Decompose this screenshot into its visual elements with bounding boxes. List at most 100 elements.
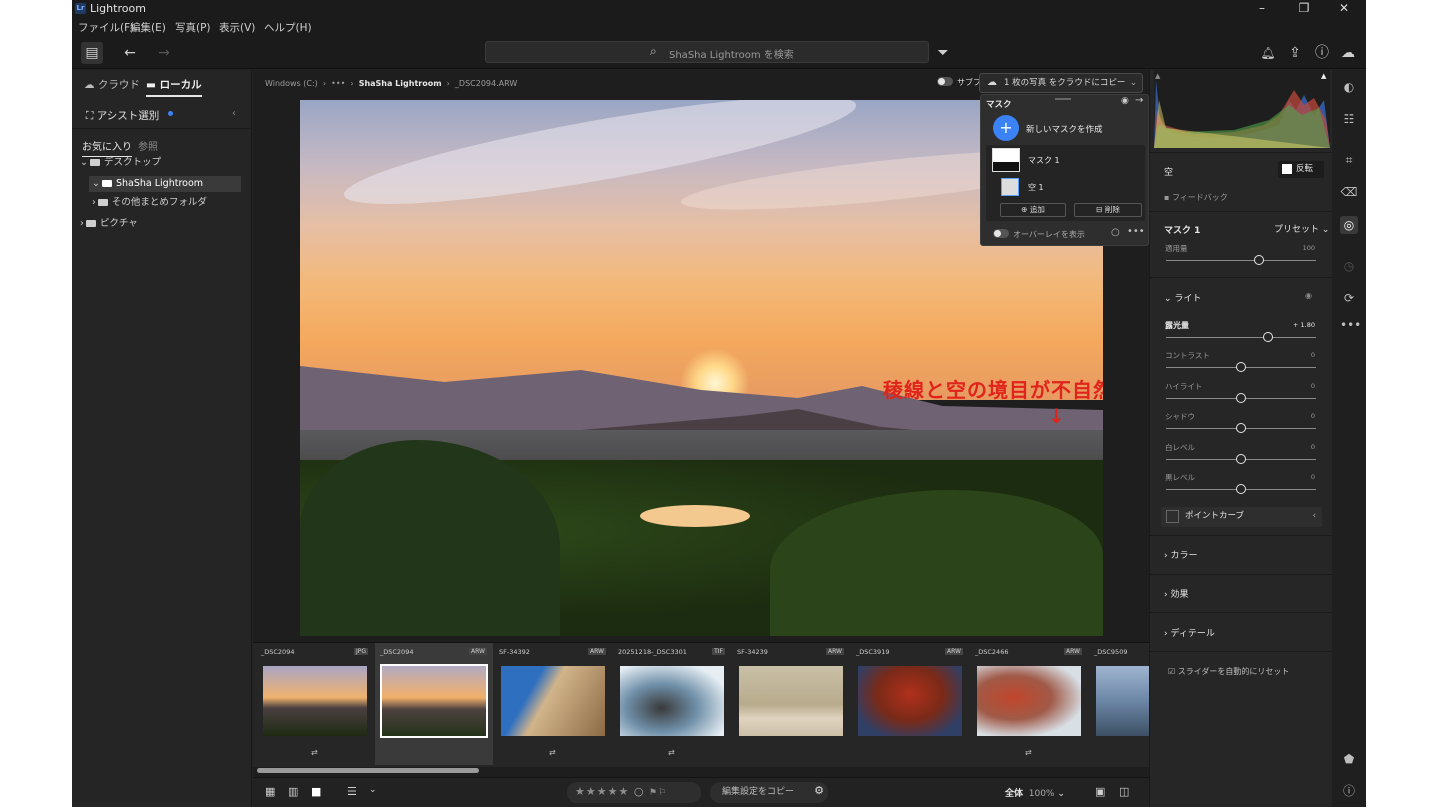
tab-cloud[interactable]: ☁ クラウド bbox=[84, 77, 140, 92]
edit-sliders-icon[interactable]: ☷ bbox=[1340, 110, 1358, 128]
tree-item-shasha-lightroom[interactable]: ⌄ ShaSha Lightroom bbox=[89, 176, 241, 192]
fit-label[interactable]: 全体 bbox=[1005, 789, 1023, 799]
chevron-down-icon[interactable]: ⌄ bbox=[1130, 74, 1137, 92]
slider-knob[interactable] bbox=[1236, 392, 1246, 403]
filmstrip-item[interactable]: SF-34392 ARW ⇄ bbox=[494, 643, 612, 765]
breadcrumb-dots[interactable]: ••• bbox=[331, 79, 345, 88]
star-rating-icon[interactable]: ★★★★★ bbox=[575, 785, 629, 798]
tag-icon[interactable]: ⬟ bbox=[1340, 750, 1358, 768]
menu-view[interactable]: 表示(V) bbox=[219, 20, 255, 35]
filter-icon[interactable]: ⏷ bbox=[932, 42, 954, 64]
filmstrip-item[interactable]: SF-34239 ARW bbox=[732, 643, 850, 765]
light-section-header[interactable]: ⌄ ライト bbox=[1164, 291, 1201, 304]
compare-icon[interactable]: ◫ bbox=[1119, 785, 1129, 798]
breadcrumb-folder[interactable]: ShaSha Lightroom bbox=[359, 79, 442, 88]
menu-edit[interactable]: 編集(E) bbox=[130, 20, 166, 35]
filmstrip-item[interactable]: 20251218-_DSC3301 TIF ⇄ bbox=[613, 643, 731, 765]
forward-arrow-icon[interactable]: → bbox=[153, 42, 175, 64]
visibility-eye-icon[interactable]: ◉ bbox=[1121, 96, 1129, 106]
tree-item-desktop[interactable]: ⌄ デスクトップ bbox=[80, 155, 240, 171]
slider-knob[interactable] bbox=[1236, 484, 1246, 494]
feedback-link[interactable]: ▪ フィードバック bbox=[1164, 192, 1228, 203]
point-curve-section[interactable]: ポイントカーブ ‹ bbox=[1161, 507, 1322, 527]
panel-toggle-icon[interactable]: ▤ bbox=[81, 42, 103, 64]
add-button[interactable]: ⊕ 追加 bbox=[1000, 203, 1066, 217]
drag-handle[interactable] bbox=[1055, 98, 1071, 100]
info-icon[interactable]: ⓘ bbox=[1340, 782, 1358, 800]
presets-icon[interactable]: ◐ bbox=[1340, 78, 1358, 96]
shadow-clipping-icon[interactable]: ▲ bbox=[1155, 72, 1160, 80]
overlay-color-icon[interactable]: ○ bbox=[1111, 227, 1120, 238]
visibility-eye-icon[interactable]: ◉ bbox=[1305, 291, 1312, 300]
tree-item-other-folders[interactable]: › その他まとめフォルダ bbox=[92, 195, 242, 211]
eraser-icon[interactable]: ⌫ bbox=[1340, 183, 1358, 201]
gear-icon[interactable]: ⚙ bbox=[814, 781, 824, 801]
detail-section-header[interactable]: › ディテール bbox=[1164, 626, 1215, 639]
sort-icon[interactable]: ☰ bbox=[347, 785, 357, 798]
filmstrip-item[interactable]: _DSC3919 ARW bbox=[851, 643, 969, 765]
amount-slider-knob[interactable] bbox=[1254, 255, 1264, 265]
chevron-left-icon[interactable]: ‹ bbox=[1313, 507, 1316, 526]
new-mask-label[interactable]: 新しいマスクを作成 bbox=[1026, 123, 1103, 135]
crop-icon[interactable]: ⌗ bbox=[1340, 151, 1358, 169]
component-name[interactable]: 空 1 bbox=[1028, 182, 1044, 193]
toggle-switch[interactable] bbox=[993, 229, 1009, 238]
slider-knob[interactable] bbox=[1236, 453, 1246, 464]
detail-view-icon[interactable]: ■ bbox=[311, 785, 321, 798]
notification-bell-icon[interactable]: 🔔︎ bbox=[1257, 42, 1279, 64]
sort-chevron-icon[interactable]: ⌄ bbox=[369, 785, 377, 795]
filmstrip-item-selected[interactable]: _DSC2094 ARW bbox=[375, 643, 493, 765]
preset-dropdown[interactable]: プリセット ⌄ bbox=[1274, 222, 1329, 235]
tab-local[interactable]: ▬ ローカル bbox=[146, 77, 202, 97]
before-after-icon[interactable]: ▣ bbox=[1095, 785, 1105, 798]
assist-select[interactable]: ⛶ アシスト選別 bbox=[86, 108, 159, 123]
sky-mask-thumbnail[interactable] bbox=[1001, 178, 1019, 196]
breadcrumb-drive[interactable]: Windows (C:) bbox=[265, 79, 318, 88]
slider-knob[interactable] bbox=[1236, 362, 1246, 373]
mask-name[interactable]: マスク 1 bbox=[1028, 155, 1060, 166]
effects-section-header[interactable]: › 効果 bbox=[1164, 587, 1188, 600]
zoom-level[interactable]: 100% bbox=[1029, 789, 1055, 799]
share-icon[interactable]: ⇪ bbox=[1284, 42, 1306, 64]
color-section-header[interactable]: › カラー bbox=[1164, 548, 1197, 561]
help-icon[interactable]: ⓘ bbox=[1311, 42, 1333, 64]
more-tools-icon[interactable]: ••• bbox=[1340, 316, 1361, 334]
unflag-circle-icon[interactable]: ○ bbox=[634, 785, 645, 798]
tab-browse[interactable]: 参照 bbox=[138, 138, 158, 153]
slider-knob[interactable] bbox=[1236, 423, 1246, 434]
filmstrip-item[interactable]: _DSC2094 JPG ⇄ bbox=[256, 643, 374, 765]
square-grid-view-icon[interactable]: ▥ bbox=[288, 785, 298, 798]
menu-photo[interactable]: 写真(P) bbox=[175, 20, 211, 35]
minimize-icon[interactable]: – bbox=[1242, 0, 1282, 18]
filmstrip-item[interactable]: _DSC9509 bbox=[1089, 643, 1149, 765]
filmstrip-item[interactable]: _DSC2466 ARW ⇄ bbox=[970, 643, 1088, 765]
collapse-chevron-icon[interactable]: ‹ bbox=[232, 108, 236, 119]
delete-button[interactable]: ⊟ 削除 bbox=[1074, 203, 1142, 217]
slider-knob[interactable] bbox=[1263, 332, 1273, 342]
overlay-toggle[interactable]: オーバーレイを表示 bbox=[993, 229, 1085, 240]
copy-to-cloud-button[interactable]: ☁ 1 枚の写真 をクラウドにコピー ⌄ bbox=[979, 73, 1143, 93]
menu-file[interactable]: ファイル(F) bbox=[78, 20, 134, 35]
cloud-status-icon[interactable]: ☁ bbox=[1337, 42, 1359, 64]
zoom-control[interactable]: 全体 100% ⌄ bbox=[1005, 786, 1065, 799]
filmstrip-scrollbar[interactable] bbox=[257, 768, 479, 773]
tree-item-pictures[interactable]: › ピクチャ bbox=[80, 216, 240, 232]
invert-button[interactable]: 反転 bbox=[1278, 161, 1324, 178]
menu-help[interactable]: ヘルプ(H) bbox=[264, 20, 312, 35]
flag-icon[interactable]: ⚑⚐ bbox=[649, 788, 667, 798]
search-input[interactable]: ⌕ ShaSha Lightroom を検索 bbox=[485, 41, 929, 63]
rating-bar[interactable]: ★★★★★ ○ ⚑⚐ bbox=[567, 782, 701, 803]
history-icon[interactable]: ◷ bbox=[1340, 257, 1358, 275]
new-mask-plus-icon[interactable]: + bbox=[993, 115, 1019, 141]
auto-reset-checkbox[interactable]: ☑ スライダーを自動的にリセット bbox=[1168, 666, 1289, 677]
back-arrow-icon[interactable]: ← bbox=[119, 42, 141, 64]
masking-icon[interactable]: ◎ bbox=[1340, 216, 1358, 234]
restore-icon[interactable]: ❐ bbox=[1284, 0, 1324, 18]
grid-view-icon[interactable]: ▦ bbox=[265, 785, 275, 798]
sync-icon[interactable]: ⟳ bbox=[1340, 289, 1358, 307]
more-options-icon[interactable]: ••• bbox=[1127, 226, 1145, 237]
amount-slider-track[interactable] bbox=[1166, 260, 1316, 261]
slider-track[interactable] bbox=[1166, 337, 1316, 338]
close-icon[interactable]: ✕ bbox=[1324, 0, 1364, 18]
mask-thumbnail[interactable] bbox=[992, 148, 1020, 172]
